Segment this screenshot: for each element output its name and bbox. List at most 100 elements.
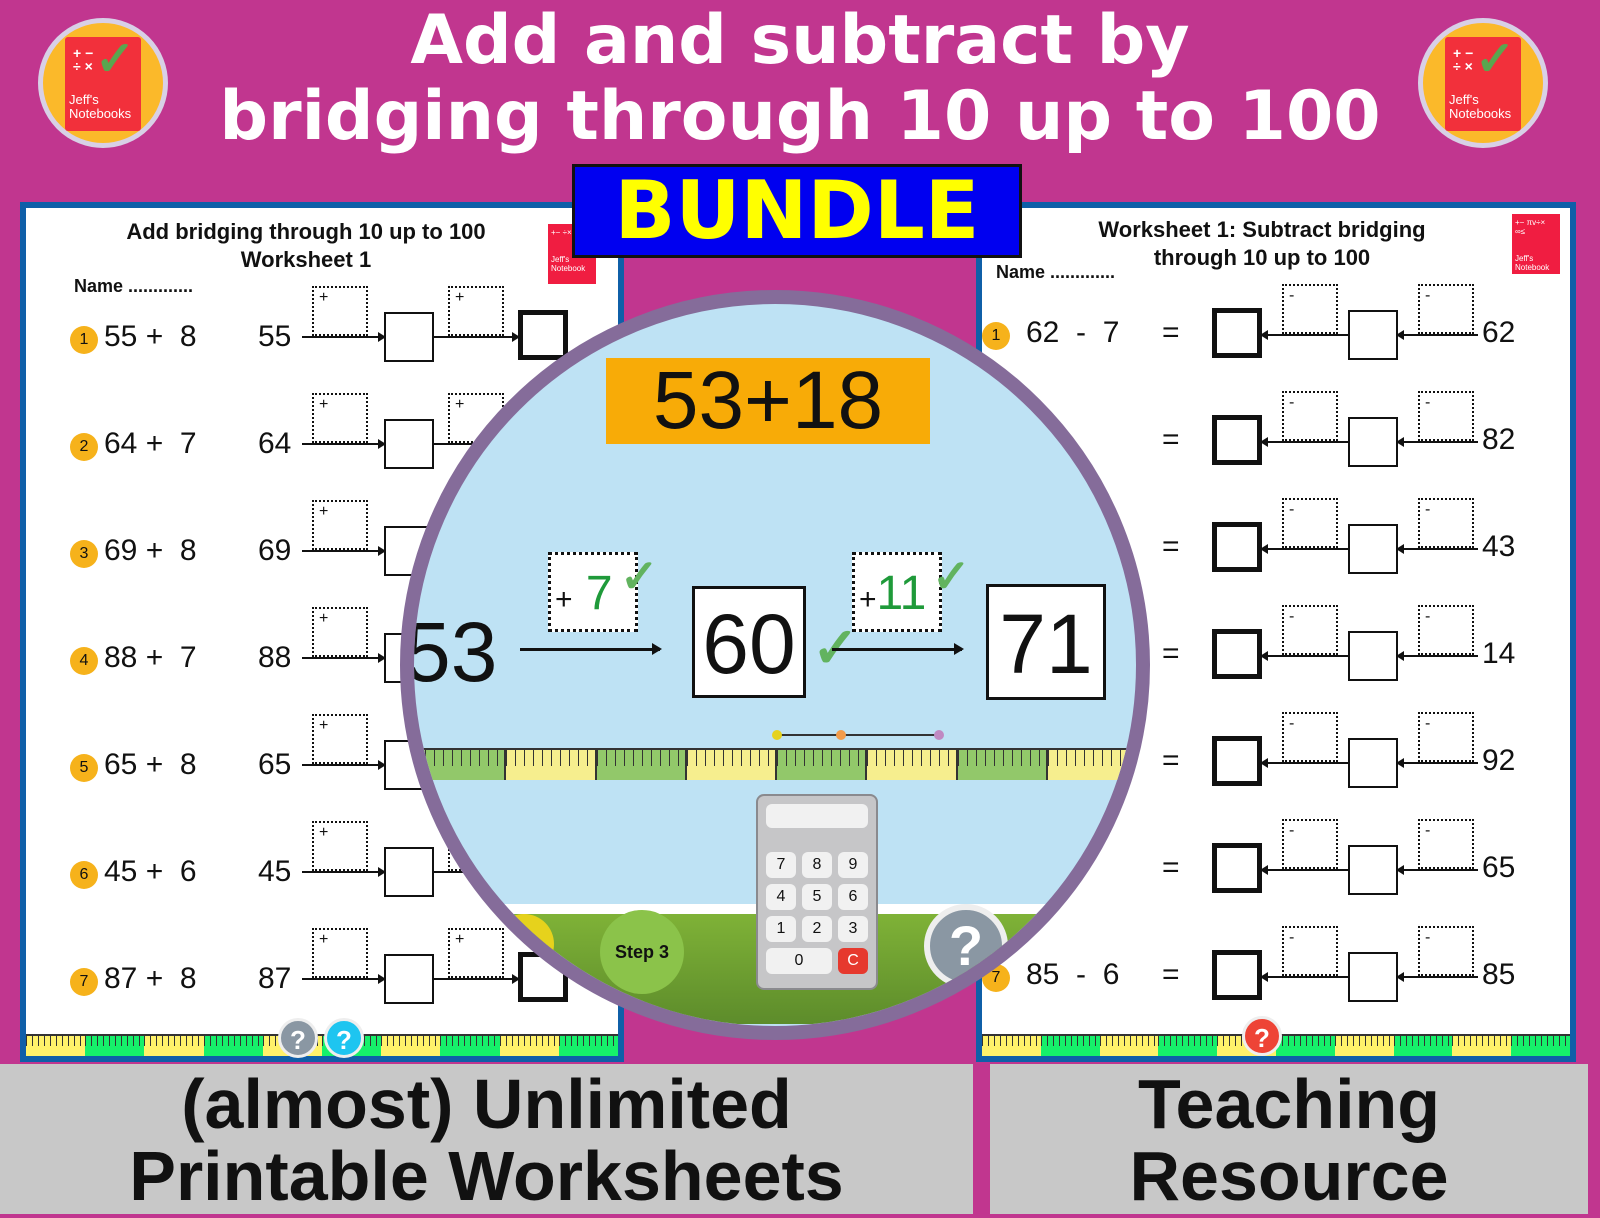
answer-input[interactable] [1212, 736, 1262, 786]
intermediate-input[interactable] [1348, 631, 1398, 681]
answer-input[interactable] [518, 310, 568, 360]
start-number: 65 [1482, 851, 1516, 884]
arrow [302, 439, 386, 449]
mini-logo: +− πv÷× ∞≤ Jeff's Notebook [1512, 214, 1560, 274]
ruler-segment [1275, 1036, 1335, 1056]
step1-input[interactable]: - [1418, 712, 1474, 762]
step1-input[interactable]: + [312, 500, 368, 550]
arrow [1260, 437, 1348, 447]
intermediate-input[interactable] [384, 419, 434, 469]
step2-input[interactable]: - [1282, 391, 1338, 441]
jump-line [772, 730, 944, 740]
check-icon: ✓ [1475, 33, 1516, 86]
calc-key-3[interactable]: 3 [838, 916, 868, 942]
step2-input[interactable]: - [1282, 605, 1338, 655]
step1-input[interactable]: - [1418, 284, 1474, 334]
start-number: 87 [258, 962, 292, 995]
answer-input[interactable] [1212, 415, 1262, 465]
calc-key-0[interactable]: 0 [766, 948, 832, 974]
step1-input[interactable]: + [312, 928, 368, 978]
calc-key-9[interactable]: 9 [838, 852, 868, 878]
question-number-badge: 3 [70, 540, 98, 568]
step1-input[interactable]: + [312, 286, 368, 336]
step1-input[interactable]: + [312, 607, 368, 657]
question-expression: 87 + 8 [104, 962, 197, 995]
arrow [1260, 330, 1348, 340]
equals-sign: = [1162, 958, 1180, 991]
step1-input[interactable]: + [312, 714, 368, 764]
question-expression: 45 + 6 [104, 855, 197, 888]
arrow [302, 546, 386, 556]
equals-sign: = [1162, 851, 1180, 884]
calc-key-1[interactable]: 1 [766, 916, 796, 942]
step2-input[interactable]: - [1282, 284, 1338, 334]
jeffs-notebooks-logo-left: + − ÷ × ✓ Jeff's Notebooks [38, 18, 168, 148]
calc-key-6[interactable]: 6 [838, 884, 868, 910]
arrow [1396, 865, 1478, 875]
help-button[interactable]: ? [924, 904, 1008, 988]
question-expression: 65 + 8 [104, 748, 197, 781]
help-button-red[interactable]: ? [1242, 1016, 1282, 1056]
answer-input[interactable] [1212, 629, 1262, 679]
step2-input[interactable]: + [448, 286, 504, 336]
jump-dot-start [772, 730, 782, 740]
step1-input[interactable]: - [1418, 605, 1474, 655]
question-number-badge: 1 [982, 322, 1010, 350]
start-number: 43 [1482, 530, 1516, 563]
name-field[interactable]: Name ............. [996, 262, 1115, 283]
intermediate-input[interactable] [1348, 310, 1398, 360]
start-number: 62 [1482, 316, 1516, 349]
ruler-segment [865, 750, 956, 780]
step1-input[interactable]: - [1418, 391, 1474, 441]
step1-input[interactable]: + [312, 393, 368, 443]
caption-line-2: Resource [1129, 1137, 1449, 1215]
ruler-segment [955, 750, 1046, 780]
help-button-cyan[interactable]: ? [324, 1018, 364, 1058]
intermediate-input[interactable] [1348, 524, 1398, 574]
step2-box[interactable]: +11 [852, 552, 942, 632]
equals-sign: = [1162, 744, 1180, 777]
result-answer-box[interactable]: 71 [986, 584, 1106, 700]
intermediate-input[interactable] [384, 312, 434, 362]
name-field[interactable]: Name ............. [74, 276, 193, 297]
step-indicator[interactable]: Step 3 [600, 910, 684, 994]
step2-input[interactable]: - [1282, 712, 1338, 762]
ruler-segment [414, 750, 505, 780]
question-number-badge: 2 [70, 433, 98, 461]
ruler-segment [1452, 1036, 1512, 1056]
calc-key-8[interactable]: 8 [802, 852, 832, 878]
arrow [1260, 651, 1348, 661]
answer-input[interactable] [1212, 950, 1262, 1000]
answer-input[interactable] [1212, 522, 1262, 572]
intermediate-input[interactable] [1348, 952, 1398, 1002]
page-title: Add and subtract by bridging through 10 … [200, 0, 1400, 158]
step1-input[interactable]: - [1418, 819, 1474, 869]
start-number: 69 [258, 534, 292, 567]
ruler-segment [594, 750, 685, 780]
question-banner: 53+18 [606, 358, 930, 444]
answer-input[interactable] [1212, 843, 1262, 893]
start-number: 65 [258, 748, 292, 781]
step2-input[interactable]: - [1282, 498, 1338, 548]
calc-key-4[interactable]: 4 [766, 884, 796, 910]
help-button-grey[interactable]: ? [278, 1018, 318, 1058]
question-expression: 64 + 7 [104, 427, 197, 460]
step2-input[interactable]: - [1282, 819, 1338, 869]
calc-clear-key[interactable]: C [838, 948, 868, 974]
yellow-button[interactable] [494, 914, 554, 974]
ruler-segment [499, 1036, 559, 1056]
step1-input[interactable]: - [1418, 926, 1474, 976]
intermediate-input[interactable] [1348, 845, 1398, 895]
answer-input[interactable] [1212, 308, 1262, 358]
calc-key-7[interactable]: 7 [766, 852, 796, 878]
intermediate-input[interactable] [1348, 738, 1398, 788]
intermediate-input[interactable] [384, 847, 434, 897]
step2-input[interactable]: - [1282, 926, 1338, 976]
intermediate-answer-box[interactable]: 60 [692, 586, 806, 698]
step1-input[interactable]: + [312, 821, 368, 871]
calc-key-2[interactable]: 2 [802, 916, 832, 942]
calc-key-5[interactable]: 5 [802, 884, 832, 910]
step1-input[interactable]: - [1418, 498, 1474, 548]
arrow [1396, 544, 1478, 554]
intermediate-input[interactable] [1348, 417, 1398, 467]
